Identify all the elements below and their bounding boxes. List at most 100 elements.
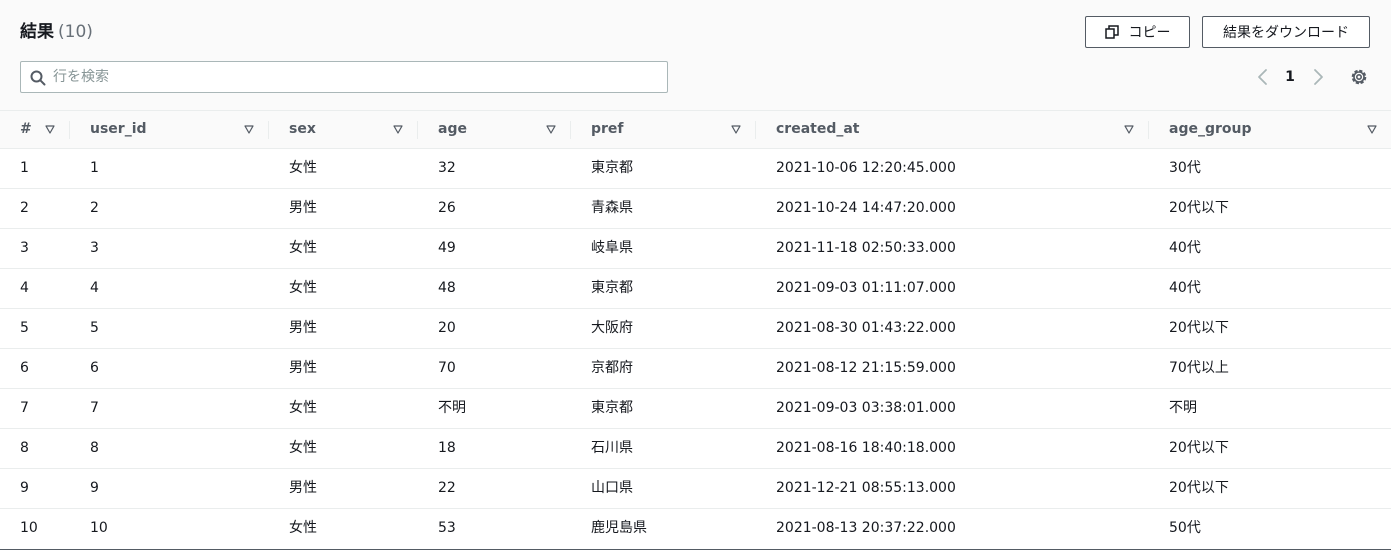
table-row[interactable]: 10 10 女性 53 鹿児島県 2021-08-13 20:37:22.000… xyxy=(0,509,1391,549)
cell-created-at: 2021-11-18 02:50:33.000 xyxy=(776,240,956,256)
download-results-button[interactable]: 結果をダウンロード xyxy=(1202,16,1370,48)
cell-age-group: 20代以下 xyxy=(1169,480,1229,496)
cell-age: 20 xyxy=(438,320,456,336)
cell-created-at: 2021-10-24 14:47:20.000 xyxy=(776,200,956,216)
cell-created-at: 2021-08-30 01:43:22.000 xyxy=(776,320,956,336)
cell-sex: 女性 xyxy=(289,520,317,536)
cell-age: 18 xyxy=(438,440,456,456)
column-header-age[interactable]: age xyxy=(438,111,467,148)
cell-index: 4 xyxy=(20,280,29,296)
sort-down-icon[interactable] xyxy=(45,125,55,134)
cell-age: 22 xyxy=(438,480,456,496)
cell-age-group: 不明 xyxy=(1169,400,1197,416)
cell-user-id: 8 xyxy=(90,440,99,456)
search-icon xyxy=(30,70,46,86)
table-row[interactable]: 3 3 女性 49 岐阜県 2021-11-18 02:50:33.000 40… xyxy=(0,229,1391,269)
sort-down-icon[interactable] xyxy=(1367,125,1377,134)
cell-age: 26 xyxy=(438,200,456,216)
copy-button-label: コピー xyxy=(1128,25,1171,41)
cell-pref: 東京都 xyxy=(591,400,633,416)
cell-index: 10 xyxy=(20,520,38,536)
cell-index: 9 xyxy=(20,480,29,496)
cell-created-at: 2021-09-03 03:38:01.000 xyxy=(776,400,956,416)
column-header-created-at[interactable]: created_at xyxy=(776,111,860,148)
column-divider[interactable] xyxy=(570,121,571,139)
cell-pref: 岐阜県 xyxy=(591,240,633,256)
row-search-input[interactable] xyxy=(53,62,653,92)
sort-down-icon[interactable] xyxy=(244,125,254,134)
cell-age: 49 xyxy=(438,240,456,256)
cell-pref: 山口県 xyxy=(591,480,633,496)
table-row[interactable]: 1 1 女性 32 東京都 2021-10-06 12:20:45.000 30… xyxy=(0,149,1391,189)
column-divider[interactable] xyxy=(268,121,269,139)
cell-sex: 女性 xyxy=(289,400,317,416)
chevron-left-icon[interactable] xyxy=(1255,66,1271,88)
cell-age: 32 xyxy=(438,160,456,176)
cell-created-at: 2021-12-21 08:55:13.000 xyxy=(776,480,956,496)
cell-pref: 東京都 xyxy=(591,280,633,296)
table-row[interactable]: 4 4 女性 48 東京都 2021-09-03 01:11:07.000 40… xyxy=(0,269,1391,309)
row-search-field[interactable] xyxy=(20,61,668,93)
cell-age-group: 30代 xyxy=(1169,160,1201,176)
cell-user-id: 4 xyxy=(90,280,99,296)
column-divider[interactable] xyxy=(417,121,418,139)
cell-user-id: 3 xyxy=(90,240,99,256)
cell-sex: 男性 xyxy=(289,320,317,336)
cell-index: 6 xyxy=(20,360,29,376)
column-header-age-group[interactable]: age_group xyxy=(1169,111,1252,148)
cell-age: 48 xyxy=(438,280,456,296)
table-row[interactable]: 7 7 女性 不明 東京都 2021-09-03 03:38:01.000 不明 xyxy=(0,389,1391,429)
sort-down-icon[interactable] xyxy=(731,125,741,134)
table-row[interactable]: 2 2 男性 26 青森県 2021-10-24 14:47:20.000 20… xyxy=(0,189,1391,229)
cell-user-id: 2 xyxy=(90,200,99,216)
chevron-right-icon[interactable] xyxy=(1310,66,1326,88)
cell-sex: 女性 xyxy=(289,160,317,176)
column-header-user-id[interactable]: user_id xyxy=(90,111,147,148)
copy-icon xyxy=(1104,25,1119,39)
copy-button[interactable]: コピー xyxy=(1085,16,1190,48)
table-row[interactable]: 9 9 男性 22 山口県 2021-12-21 08:55:13.000 20… xyxy=(0,469,1391,509)
sort-down-icon[interactable] xyxy=(546,125,556,134)
column-divider[interactable] xyxy=(1148,121,1149,139)
cell-created-at: 2021-08-16 18:40:18.000 xyxy=(776,440,956,456)
table-row[interactable]: 6 6 男性 70 京都府 2021-08-12 21:15:59.000 70… xyxy=(0,349,1391,389)
cell-age-group: 20代以下 xyxy=(1169,320,1229,336)
cell-age: 不明 xyxy=(438,400,466,416)
pagination-current-page[interactable]: 1 xyxy=(1282,66,1298,88)
download-results-button-label: 結果をダウンロード xyxy=(1223,25,1349,41)
column-header-sex[interactable]: sex xyxy=(289,111,316,148)
cell-user-id: 5 xyxy=(90,320,99,336)
cell-index: 3 xyxy=(20,240,29,256)
cell-pref: 鹿児島県 xyxy=(591,520,647,536)
cell-sex: 男性 xyxy=(289,200,317,216)
cell-index: 7 xyxy=(20,400,29,416)
cell-created-at: 2021-09-03 01:11:07.000 xyxy=(776,280,956,296)
results-count: (10) xyxy=(58,22,93,42)
cell-user-id: 1 xyxy=(90,160,99,176)
sort-down-icon[interactable] xyxy=(1124,125,1134,134)
column-header-index[interactable]: # xyxy=(20,111,32,148)
cell-user-id: 9 xyxy=(90,480,99,496)
cell-age: 70 xyxy=(438,360,456,376)
cell-created-at: 2021-10-06 12:20:45.000 xyxy=(776,160,956,176)
cell-user-id: 6 xyxy=(90,360,99,376)
cell-age: 53 xyxy=(438,520,456,536)
cell-sex: 女性 xyxy=(289,440,317,456)
cell-pref: 東京都 xyxy=(591,160,633,176)
results-title-label: 結果 xyxy=(20,22,54,42)
column-divider[interactable] xyxy=(69,121,70,139)
cell-pref: 石川県 xyxy=(591,440,633,456)
cell-index: 5 xyxy=(20,320,29,336)
cell-created-at: 2021-08-13 20:37:22.000 xyxy=(776,520,956,536)
cell-age-group: 40代 xyxy=(1169,280,1201,296)
gear-icon[interactable] xyxy=(1349,67,1369,87)
column-divider[interactable] xyxy=(755,121,756,139)
table-row[interactable]: 5 5 男性 20 大阪府 2021-08-30 01:43:22.000 20… xyxy=(0,309,1391,349)
column-header-pref[interactable]: pref xyxy=(591,111,624,148)
table-row[interactable]: 8 8 女性 18 石川県 2021-08-16 18:40:18.000 20… xyxy=(0,429,1391,469)
sort-down-icon[interactable] xyxy=(393,125,403,134)
cell-index: 1 xyxy=(20,160,29,176)
cell-sex: 男性 xyxy=(289,360,317,376)
cell-pref: 京都府 xyxy=(591,360,633,376)
results-title: 結果 (10) xyxy=(20,20,93,44)
